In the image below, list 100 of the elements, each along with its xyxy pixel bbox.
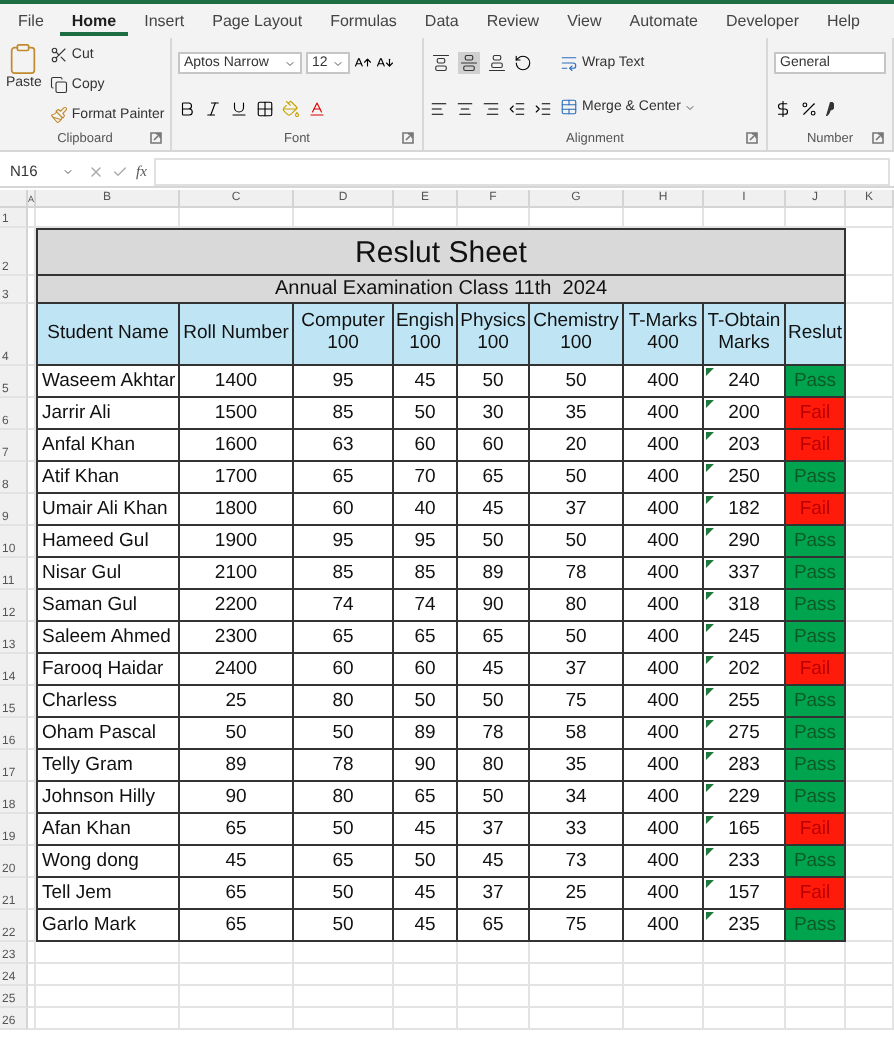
vertical-align-button[interactable] <box>430 52 452 75</box>
empty-cell[interactable] <box>294 942 394 964</box>
empty-cell[interactable] <box>704 986 786 1008</box>
borders-icon[interactable] <box>256 99 274 118</box>
empty-cell[interactable] <box>36 1008 180 1030</box>
empty-cell[interactable] <box>394 942 458 964</box>
ribbon-tab[interactable]: Developer <box>714 7 811 35</box>
ribbon-tab[interactable]: Help <box>814 7 872 35</box>
empty-cell[interactable] <box>294 964 394 986</box>
empty-cell[interactable] <box>704 964 786 986</box>
empty-cell[interactable] <box>180 986 294 1008</box>
empty-cell[interactable] <box>846 208 894 228</box>
empty-cell[interactable] <box>28 846 36 878</box>
empty-cell[interactable] <box>530 1008 624 1030</box>
dialog-launcher-icon[interactable] <box>746 132 758 144</box>
empty-cell[interactable] <box>458 986 530 1008</box>
empty-cell[interactable] <box>846 964 894 986</box>
empty-cell[interactable] <box>294 1008 394 1030</box>
decrease-indent-icon[interactable] <box>508 99 526 118</box>
empty-cell[interactable] <box>180 1008 294 1030</box>
comma-style-icon[interactable] <box>826 101 834 116</box>
ribbon-tab[interactable]: Page Layout <box>200 7 315 35</box>
bold-icon[interactable] <box>178 99 196 118</box>
empty-cell[interactable] <box>624 942 704 964</box>
ribbon-tab[interactable]: View <box>555 7 614 35</box>
enter-icon[interactable] <box>112 163 128 179</box>
empty-cell[interactable] <box>530 964 624 986</box>
empty-cell[interactable] <box>180 942 294 964</box>
empty-cell[interactable] <box>28 494 36 526</box>
vertical-align-button[interactable] <box>486 52 508 75</box>
shrink-font-icon[interactable] <box>376 54 394 73</box>
dialog-launcher-icon[interactable] <box>150 132 162 144</box>
orientation-icon[interactable] <box>514 54 532 73</box>
empty-cell[interactable] <box>28 910 36 942</box>
fill-color-icon[interactable] <box>282 99 300 118</box>
ribbon-tab[interactable]: Automate <box>617 7 711 35</box>
empty-cell[interactable] <box>28 526 36 558</box>
cancel-icon[interactable] <box>88 163 104 179</box>
dialog-launcher-icon[interactable] <box>402 132 414 144</box>
underline-icon[interactable] <box>230 99 248 118</box>
formula-field[interactable] <box>154 157 890 185</box>
empty-cell[interactable] <box>28 814 36 846</box>
vertical-align-button[interactable] <box>458 52 480 75</box>
empty-cell[interactable] <box>624 986 704 1008</box>
empty-cell[interactable] <box>846 1008 894 1030</box>
dialog-launcher-icon[interactable] <box>872 132 884 144</box>
grow-font-icon[interactable] <box>354 54 372 73</box>
empty-cell[interactable] <box>180 964 294 986</box>
empty-cell[interactable] <box>786 942 846 964</box>
italic-icon[interactable] <box>204 99 222 118</box>
empty-cell[interactable] <box>28 718 36 750</box>
percent-icon[interactable] <box>800 99 818 118</box>
empty-cell[interactable] <box>394 964 458 986</box>
ribbon-tab[interactable]: Review <box>474 7 552 35</box>
empty-cell[interactable] <box>28 750 36 782</box>
empty-cell[interactable] <box>28 782 36 814</box>
empty-cell[interactable] <box>458 942 530 964</box>
align-right-icon[interactable] <box>482 99 500 118</box>
increase-indent-icon[interactable] <box>534 99 552 118</box>
empty-cell[interactable] <box>704 1008 786 1030</box>
empty-cell[interactable] <box>846 986 894 1008</box>
ribbon-tab[interactable]: Insert <box>132 7 197 35</box>
ribbon-tab[interactable]: File <box>6 7 56 35</box>
empty-cell[interactable] <box>28 558 36 590</box>
empty-cell[interactable] <box>786 986 846 1008</box>
empty-cell[interactable] <box>704 942 786 964</box>
currency-icon[interactable] <box>774 99 792 118</box>
ribbon-tab[interactable]: Formulas <box>318 7 409 35</box>
empty-cell[interactable] <box>36 986 180 1008</box>
empty-cell[interactable] <box>28 462 36 494</box>
empty-cell[interactable] <box>394 1008 458 1030</box>
empty-cell[interactable] <box>28 878 36 910</box>
empty-cell[interactable] <box>786 1008 846 1030</box>
empty-cell[interactable] <box>846 942 894 964</box>
empty-cell[interactable] <box>28 590 36 622</box>
empty-cell[interactable] <box>28 622 36 654</box>
empty-cell[interactable] <box>28 366 36 398</box>
empty-cell[interactable] <box>294 986 394 1008</box>
font-color-icon[interactable] <box>308 99 326 118</box>
empty-cell[interactable] <box>36 964 180 986</box>
empty-cell[interactable] <box>28 686 36 718</box>
empty-cell[interactable] <box>394 986 458 1008</box>
empty-cell[interactable] <box>530 942 624 964</box>
empty-cell[interactable] <box>28 398 36 430</box>
empty-cell[interactable] <box>36 942 180 964</box>
empty-cell[interactable] <box>458 964 530 986</box>
empty-cell[interactable] <box>28 430 36 462</box>
align-center-icon[interactable] <box>456 99 474 118</box>
empty-cell[interactable] <box>846 304 894 366</box>
align-left-icon[interactable] <box>430 99 448 118</box>
empty-cell[interactable] <box>786 964 846 986</box>
table-cell: 400 <box>624 846 704 878</box>
empty-cell[interactable] <box>624 1008 704 1030</box>
empty-cell[interactable] <box>458 1008 530 1030</box>
empty-cell[interactable] <box>530 986 624 1008</box>
empty-cell[interactable] <box>28 654 36 686</box>
empty-cell[interactable] <box>624 964 704 986</box>
caret-icon <box>684 101 697 114</box>
select-all-corner[interactable] <box>0 190 28 208</box>
ribbon-tab[interactable]: Data <box>412 7 471 35</box>
